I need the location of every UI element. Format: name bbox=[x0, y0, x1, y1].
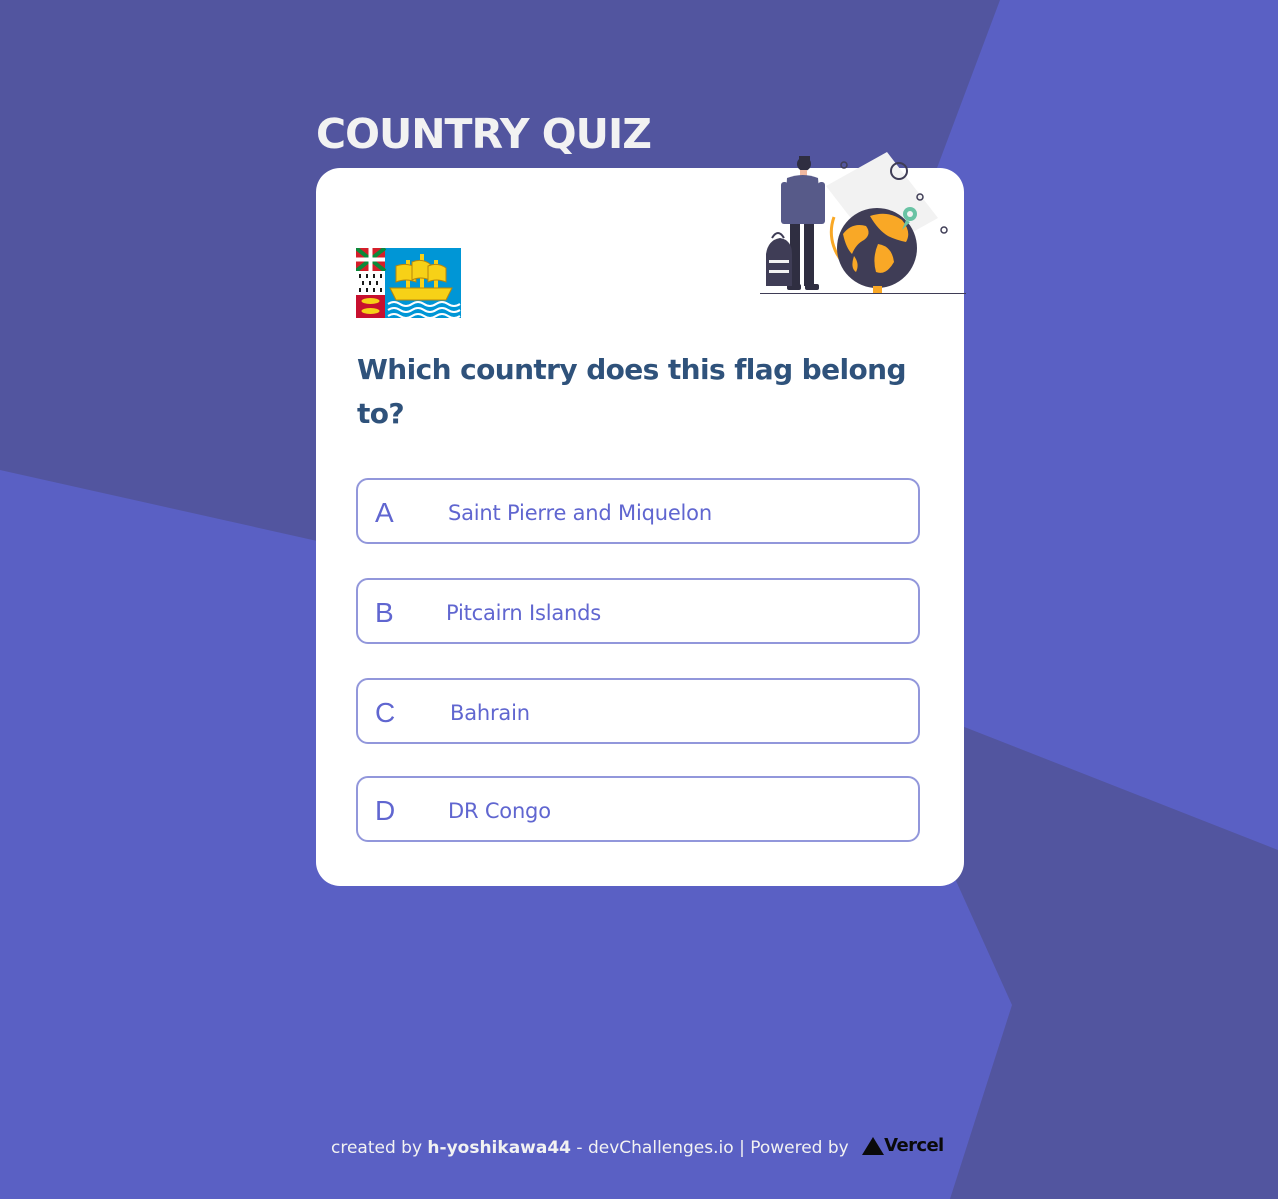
answer-option-d[interactable]: D DR Congo bbox=[356, 776, 920, 842]
option-text: Bahrain bbox=[450, 701, 530, 725]
option-text: Saint Pierre and Miquelon bbox=[448, 501, 712, 525]
answer-option-b[interactable]: B Pitcairn Islands bbox=[356, 578, 920, 644]
traveler-globe-illustration-icon bbox=[760, 152, 966, 294]
devchallenges-link[interactable]: devChallenges.io bbox=[588, 1138, 734, 1158]
footer-separator: | bbox=[739, 1138, 745, 1158]
footer-powered-by: Powered by bbox=[750, 1138, 849, 1158]
quiz-card: Which country does this flag belong to? … bbox=[316, 152, 966, 886]
option-text: Pitcairn Islands bbox=[446, 601, 601, 625]
vercel-label: Vercel bbox=[884, 1135, 944, 1156]
answer-option-c[interactable]: C Bahrain bbox=[356, 678, 920, 744]
vercel-link[interactable]: Vercel bbox=[862, 1130, 944, 1162]
answer-option-a[interactable]: A Saint Pierre and Miquelon bbox=[356, 478, 920, 544]
flag-saint-pierre-and-miquelon-icon bbox=[356, 248, 461, 318]
page-title: COUNTRY QUIZ bbox=[316, 110, 652, 158]
footer-separator: - bbox=[576, 1138, 583, 1158]
option-letter: A bbox=[375, 497, 394, 528]
footer-created-by: created by bbox=[331, 1138, 423, 1158]
footer: created by h-yoshikawa44 - devChallenges… bbox=[331, 1132, 944, 1164]
option-letter: D bbox=[375, 795, 396, 826]
author-link[interactable]: h-yoshikawa44 bbox=[427, 1138, 571, 1158]
option-letter: C bbox=[375, 697, 396, 728]
option-text: DR Congo bbox=[448, 799, 551, 823]
option-letter: B bbox=[375, 597, 394, 628]
question-text: Which country does this flag belong to? bbox=[357, 353, 907, 430]
vercel-triangle-icon bbox=[862, 1137, 885, 1155]
